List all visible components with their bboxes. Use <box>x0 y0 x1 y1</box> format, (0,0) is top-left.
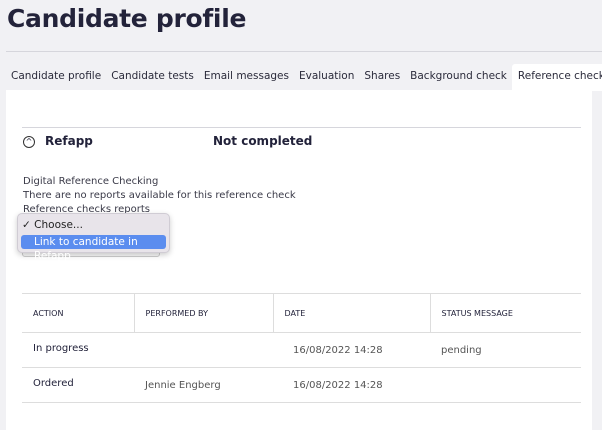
section-name: Refapp <box>45 134 93 148</box>
divider <box>22 127 581 128</box>
tab-candidate-tests[interactable]: Candidate tests <box>106 64 199 91</box>
cell-action: Ordered <box>22 367 134 403</box>
column-header: ACTION <box>22 293 135 333</box>
check-icon: ✓ <box>22 219 31 231</box>
tab-evaluation[interactable]: Evaluation <box>294 64 359 91</box>
section-line: There are no reports available for this … <box>23 190 296 201</box>
tab-background-check[interactable]: Background check <box>405 64 512 91</box>
chevron-up-circle-icon[interactable]: ^ <box>23 136 35 148</box>
cell-status <box>430 367 581 403</box>
table-row: In progress 16/08/2022 14:28 pending <box>22 332 581 368</box>
section-status: Not completed <box>213 134 313 148</box>
tab-candidate-profile[interactable]: Candidate profile <box>6 64 106 91</box>
page-title: Candidate profile <box>7 4 247 33</box>
tab-bar: Candidate profile Candidate tests Email … <box>6 64 602 91</box>
cell-status: pending <box>430 332 581 368</box>
option-choose[interactable]: ✓ Choose... <box>22 219 83 231</box>
table-row: Ordered Jennie Engberg 16/08/2022 14:28 <box>22 367 581 403</box>
cell-performed-by <box>134 332 273 368</box>
reference-check-table: ACTION PERFORMED BY DATE STATUS MESSAGE … <box>22 293 581 403</box>
cell-date: 16/08/2022 14:28 <box>273 367 430 403</box>
column-header: PERFORMED BY <box>134 293 274 333</box>
cell-performed-by: Jennie Engberg <box>134 367 273 403</box>
option-label: Choose... <box>34 219 83 231</box>
divider <box>6 51 602 52</box>
reference-checks-panel: ^ Refapp Not completed Digital Reference… <box>6 90 592 430</box>
tab-reference-checks[interactable]: Reference checks <box>511 64 602 91</box>
column-header: STATUS MESSAGE <box>430 293 581 333</box>
cell-date: 16/08/2022 14:28 <box>273 332 430 368</box>
tab-email-messages[interactable]: Email messages <box>199 64 294 91</box>
dropdown-menu: ✓ Choose... Link to candidate in Refapp <box>17 213 170 262</box>
option-link-refapp[interactable]: Link to candidate in Refapp <box>21 235 166 262</box>
section-line: Digital Reference Checking <box>23 176 159 187</box>
column-header: DATE <box>273 293 431 333</box>
tab-shares[interactable]: Shares <box>359 64 405 91</box>
cell-action: In progress <box>22 332 134 368</box>
